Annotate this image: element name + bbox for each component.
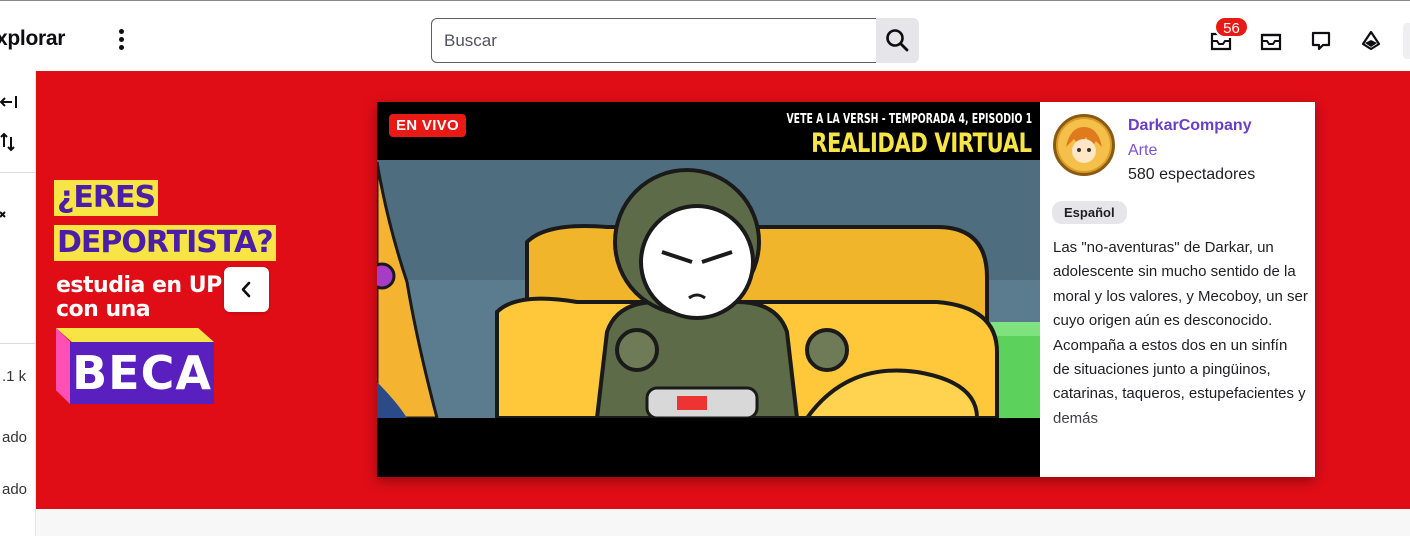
chevron-left-icon [241,281,251,298]
top-nav-bar: xplorar 56 [0,0,1410,71]
stream-description: Las "no-aventuras" de Darkar, un adolesc… [1053,239,1308,427]
channel-name-link[interactable]: DarkarCompany [1128,117,1252,135]
episode-title: VETE A LA VERSH - TEMPORADA 4, EPISODIO … [786,112,1032,127]
live-badge: EN VIVO [389,114,466,137]
sidebar-viewers-count: .1 k [2,368,27,385]
search-input[interactable] [431,18,877,63]
more-options-icon[interactable] [112,27,130,53]
language-tag[interactable]: Español [1052,201,1127,224]
search-icon [886,29,909,52]
close-icon[interactable] [0,207,22,229]
search-bar [431,18,919,63]
bits-icon[interactable] [1360,30,1382,52]
notifications-count-badge: 56 [1214,16,1249,38]
description-fade-overlay [1040,412,1315,452]
ad-headline-line2: DEPORTISTA? [54,225,276,261]
ad-headline-line1: ¿ERES [54,180,159,216]
viewer-count: 580 espectadores [1128,166,1256,183]
episode-subtitle: REALIDAD VIRTUAL [811,128,1033,159]
sidebar-divider [0,343,36,344]
left-sidebar: .1 k ado ado [0,71,36,536]
ad-beca-label: BECA [72,346,212,400]
sort-icon[interactable] [0,131,22,153]
explore-link[interactable]: xplorar [0,27,65,51]
channel-avatar[interactable] [1053,114,1115,176]
ad-text-line4: con una [56,297,151,322]
search-button[interactable] [876,18,919,63]
stream-video-player[interactable]: EN VIVO VETE A LA VERSH - TEMPORADA 4, E… [377,102,1040,477]
page-background [36,509,1410,536]
category-link[interactable]: Arte [1128,142,1157,160]
whispers-icon[interactable] [1310,30,1332,52]
beca-box-graphic: BECA [56,328,214,404]
sidebar-item-text[interactable]: ado [2,429,27,446]
stream-info-panel: DarkarCompany Arte 580 espectadores Espa… [1040,102,1315,477]
inbox-icon[interactable] [1260,30,1282,52]
collapse-sidebar-icon[interactable] [0,91,22,113]
carousel-prev-button[interactable] [224,267,269,312]
sidebar-item-text[interactable]: ado [2,481,27,498]
user-menu-avatar[interactable] [1403,23,1410,59]
ad-text-line3: estudia en UP [56,273,222,298]
featured-stream-card: EN VIVO VETE A LA VERSH - TEMPORADA 4, E… [377,102,1315,477]
sidebar-divider [0,172,36,173]
